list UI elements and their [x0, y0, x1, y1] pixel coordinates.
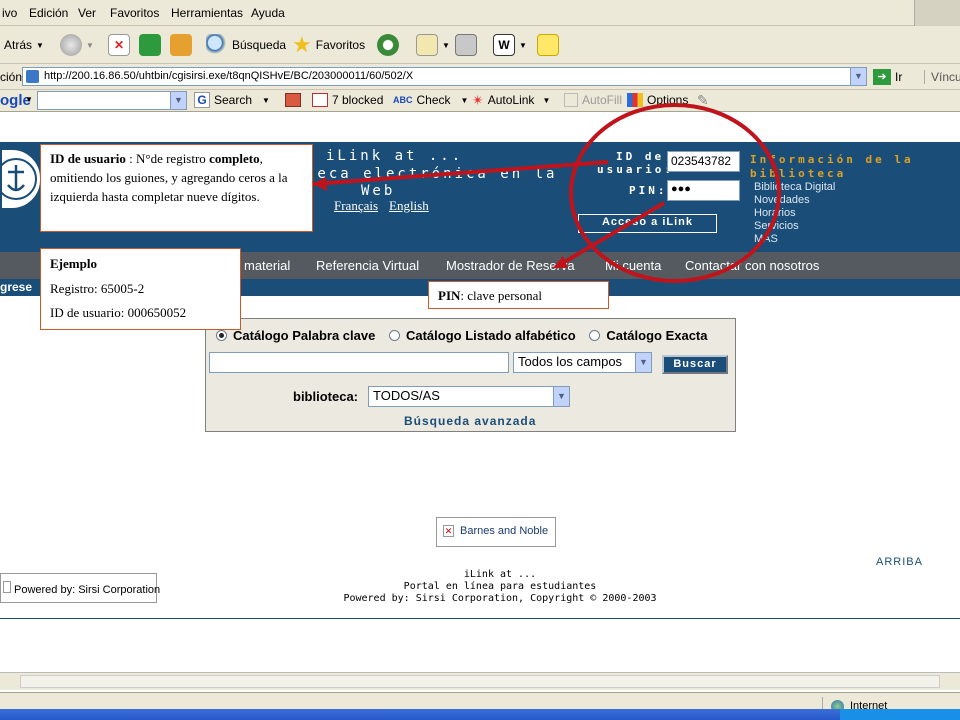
status-bar: Internet — [0, 692, 960, 720]
highlight-circle — [569, 103, 781, 283]
system-tray — [840, 709, 960, 720]
arrow-head-icon — [313, 177, 327, 191]
user-id-arrow — [312, 160, 609, 186]
annotation-overlay — [312, 103, 781, 283]
taskbar — [0, 709, 960, 720]
